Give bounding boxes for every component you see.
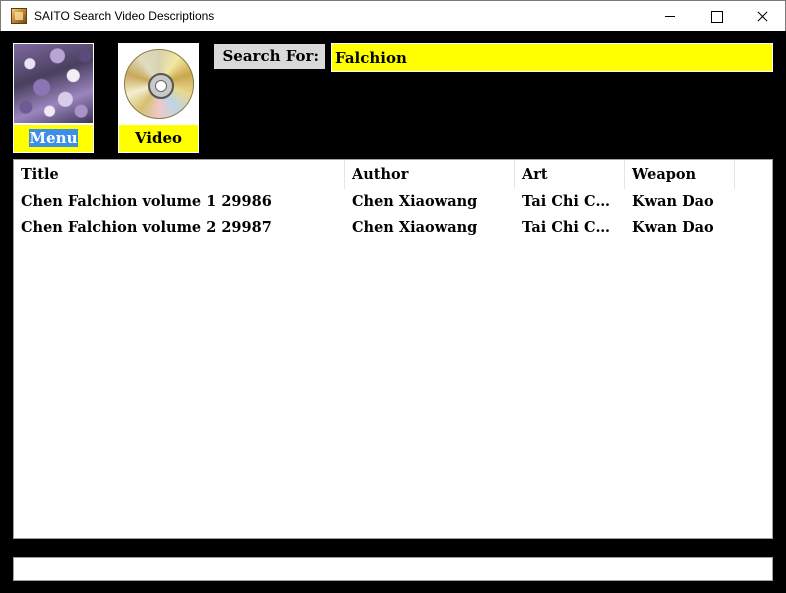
table-row[interactable]: Chen Falchion volume 1 29986 Chen Xiaowa… xyxy=(14,189,772,215)
search-for-label: Search For: xyxy=(214,44,325,69)
title-bar: SAITO Search Video Descriptions xyxy=(0,0,786,31)
maximize-button[interactable] xyxy=(693,1,739,31)
wisteria-flowers-image xyxy=(14,44,93,123)
video-button[interactable]: Video xyxy=(118,124,199,153)
cell-title: Chen Falchion volume 2 29987 xyxy=(21,219,272,236)
results-list[interactable]: Title Author Art Weapon Chen Falchion vo… xyxy=(13,159,773,539)
results-header: Title Author Art Weapon xyxy=(14,160,772,189)
menu-image-button[interactable] xyxy=(13,43,94,124)
table-row[interactable]: Chen Falchion volume 2 29987 Chen Xiaowa… xyxy=(14,215,772,241)
menu-button-label: Menu xyxy=(28,129,79,147)
video-image-button[interactable] xyxy=(118,43,199,124)
app-icon xyxy=(11,8,27,24)
cd-disc-icon xyxy=(124,49,194,119)
status-bar xyxy=(13,557,773,581)
search-input[interactable] xyxy=(331,43,773,72)
menu-button[interactable]: Menu xyxy=(13,124,94,153)
cell-author: Chen Xiaowang xyxy=(352,193,478,210)
column-header-art[interactable]: Art xyxy=(515,160,625,189)
cell-art: Tai Chi Chuan xyxy=(522,219,619,236)
minimize-button[interactable] xyxy=(647,1,693,31)
column-header-author[interactable]: Author xyxy=(345,160,515,189)
cell-weapon: Kwan Dao xyxy=(632,193,714,210)
cell-art: Tai Chi Chuan xyxy=(522,193,619,210)
cell-title: Chen Falchion volume 1 29986 xyxy=(21,193,272,210)
close-button[interactable] xyxy=(739,1,785,31)
column-header-title[interactable]: Title xyxy=(14,160,345,189)
window-title: SAITO Search Video Descriptions xyxy=(34,9,215,23)
column-header-weapon[interactable]: Weapon xyxy=(625,160,735,189)
cell-author: Chen Xiaowang xyxy=(352,219,478,236)
cell-weapon: Kwan Dao xyxy=(632,219,714,236)
